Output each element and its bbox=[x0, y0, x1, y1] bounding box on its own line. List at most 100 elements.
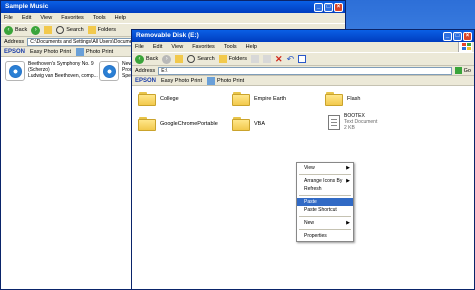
address-bar: Address E:\ Go bbox=[132, 66, 474, 76]
toolbar: ‹ Back › Search Folders ✕ ↶ bbox=[132, 52, 474, 66]
easy-photo-print-button[interactable]: Easy Photo Print bbox=[161, 78, 202, 84]
windows-logo-icon bbox=[458, 42, 472, 52]
menu-view[interactable]: View bbox=[171, 44, 183, 50]
folder-item[interactable]: College bbox=[138, 92, 179, 106]
back-button[interactable]: ‹ Back bbox=[4, 25, 28, 35]
photo-print-icon bbox=[206, 76, 215, 85]
search-button[interactable]: Search bbox=[56, 26, 84, 34]
minimize-button[interactable]: _ bbox=[443, 31, 452, 41]
go-label: Go bbox=[463, 67, 471, 74]
menu-separator bbox=[299, 229, 351, 230]
address-label: Address bbox=[135, 67, 156, 74]
folder-item[interactable]: VBA bbox=[232, 117, 265, 131]
menu-edit[interactable]: Edit bbox=[153, 44, 162, 50]
photo-print-label: Photo Print bbox=[216, 77, 245, 84]
media-player-icon bbox=[5, 61, 25, 81]
go-button[interactable]: Go bbox=[454, 67, 471, 74]
window-title: Sample Music bbox=[5, 3, 49, 10]
back-label: Back bbox=[15, 27, 28, 33]
title-bar[interactable]: Sample Music _ □ × bbox=[1, 1, 345, 13]
menu-view[interactable]: View bbox=[40, 15, 52, 21]
menu-item-properties[interactable]: Properties bbox=[297, 232, 353, 240]
forward-button[interactable]: › bbox=[31, 25, 41, 35]
menu-bar: File Edit View Favorites Tools Help bbox=[1, 13, 345, 23]
folders-button[interactable]: Folders bbox=[87, 26, 117, 34]
music-file-item[interactable]: New Proc Spe bbox=[99, 61, 132, 81]
menu-edit[interactable]: Edit bbox=[22, 15, 31, 21]
folder-item[interactable]: GoogleChromePortable bbox=[138, 117, 218, 131]
close-button[interactable]: × bbox=[334, 2, 343, 12]
photo-print-button[interactable]: Photo Print bbox=[206, 76, 245, 85]
menu-help[interactable]: Help bbox=[115, 15, 126, 21]
back-button[interactable]: ‹ Back bbox=[135, 54, 159, 64]
menu-item-view[interactable]: View ▶ bbox=[297, 164, 353, 172]
menu-favorites[interactable]: Favorites bbox=[61, 15, 84, 21]
menu-item-paste-shortcut[interactable]: Paste Shortcut bbox=[297, 206, 353, 214]
context-menu: View ▶ Arrange Icons By ▶ Refresh Paste Pa… bbox=[296, 162, 354, 242]
up-folder-button[interactable] bbox=[44, 26, 53, 34]
menu-item-new[interactable]: New ▶ bbox=[297, 219, 353, 227]
folder-icon bbox=[232, 92, 250, 106]
search-icon bbox=[56, 26, 65, 34]
back-arrow-icon: ‹ bbox=[4, 25, 13, 35]
text-document-icon bbox=[328, 114, 340, 130]
folder-icon bbox=[138, 117, 156, 131]
close-button[interactable]: × bbox=[463, 31, 472, 41]
search-button[interactable]: Search bbox=[187, 55, 215, 63]
easy-photo-print-button[interactable]: Easy Photo Print bbox=[30, 49, 71, 55]
menu-item-refresh[interactable]: Refresh bbox=[297, 185, 353, 193]
menu-separator bbox=[299, 195, 351, 196]
folders-icon bbox=[218, 55, 227, 63]
maximize-button[interactable]: □ bbox=[453, 31, 462, 41]
menu-item-label: New bbox=[304, 220, 315, 226]
folder-icon bbox=[232, 117, 250, 131]
folders-label: Folders bbox=[97, 27, 117, 33]
menu-help[interactable]: Help bbox=[246, 44, 257, 50]
forward-button[interactable]: › bbox=[162, 54, 172, 64]
photo-print-button[interactable]: Photo Print bbox=[75, 47, 113, 56]
folder-item[interactable]: Empire Earth bbox=[232, 92, 286, 106]
removable-disk-window[interactable]: Removable Disk (E:) _ □ × File Edit View… bbox=[131, 29, 475, 290]
music-artist: Ludwig van Beethoven, comp... bbox=[28, 73, 98, 79]
music-file-item[interactable]: Beethoven's Symphony No. 9 (Scherzo) Lud… bbox=[5, 61, 98, 81]
search-label: Search bbox=[197, 56, 215, 62]
photo-print-icon bbox=[75, 47, 84, 56]
menu-tools[interactable]: Tools bbox=[93, 15, 106, 21]
folder-name: College bbox=[160, 96, 179, 102]
folders-icon bbox=[87, 26, 96, 34]
search-label: Search bbox=[66, 27, 84, 33]
folder-name: VBA bbox=[254, 121, 266, 127]
menu-item-label: Arrange Icons By bbox=[304, 178, 343, 184]
address-input[interactable]: E:\ bbox=[158, 66, 452, 75]
folder-name: Flash bbox=[347, 96, 361, 102]
back-arrow-icon: ‹ bbox=[135, 54, 144, 64]
back-label: Back bbox=[146, 56, 159, 62]
folders-button[interactable]: Folders bbox=[218, 55, 247, 63]
menu-item-arrange-icons-by[interactable]: Arrange Icons By ▶ bbox=[297, 177, 353, 185]
submenu-arrow-icon: ▶ bbox=[346, 178, 350, 184]
views-icon[interactable] bbox=[298, 55, 307, 63]
folder-icon bbox=[138, 92, 156, 106]
window-title: Removable Disk (E:) bbox=[136, 32, 199, 39]
menu-separator bbox=[299, 216, 351, 217]
minimize-button[interactable]: _ bbox=[314, 2, 323, 12]
menu-file[interactable]: File bbox=[4, 15, 13, 21]
move-to-icon[interactable] bbox=[251, 55, 260, 63]
menu-item-paste[interactable]: Paste bbox=[297, 198, 353, 206]
undo-icon[interactable]: ↶ bbox=[287, 54, 295, 65]
up-folder-button[interactable] bbox=[175, 55, 184, 63]
title-bar[interactable]: Removable Disk (E:) _ □ × bbox=[132, 30, 474, 42]
search-icon bbox=[187, 55, 196, 63]
delete-icon[interactable]: ✕ bbox=[275, 54, 283, 65]
menu-favorites[interactable]: Favorites bbox=[192, 44, 215, 50]
copy-to-icon[interactable] bbox=[263, 55, 272, 63]
file-item[interactable]: BOOTEX Text Document 2 KB bbox=[328, 113, 377, 131]
menu-file[interactable]: File bbox=[135, 44, 144, 50]
menu-tools[interactable]: Tools bbox=[224, 44, 237, 50]
folder-name: Empire Earth bbox=[254, 96, 287, 102]
maximize-button[interactable]: □ bbox=[324, 2, 333, 12]
up-folder-icon bbox=[44, 26, 53, 34]
file-size: 2 KB bbox=[344, 125, 355, 131]
folder-item[interactable]: Flash bbox=[325, 92, 360, 106]
menu-item-label: Properties bbox=[304, 233, 327, 239]
